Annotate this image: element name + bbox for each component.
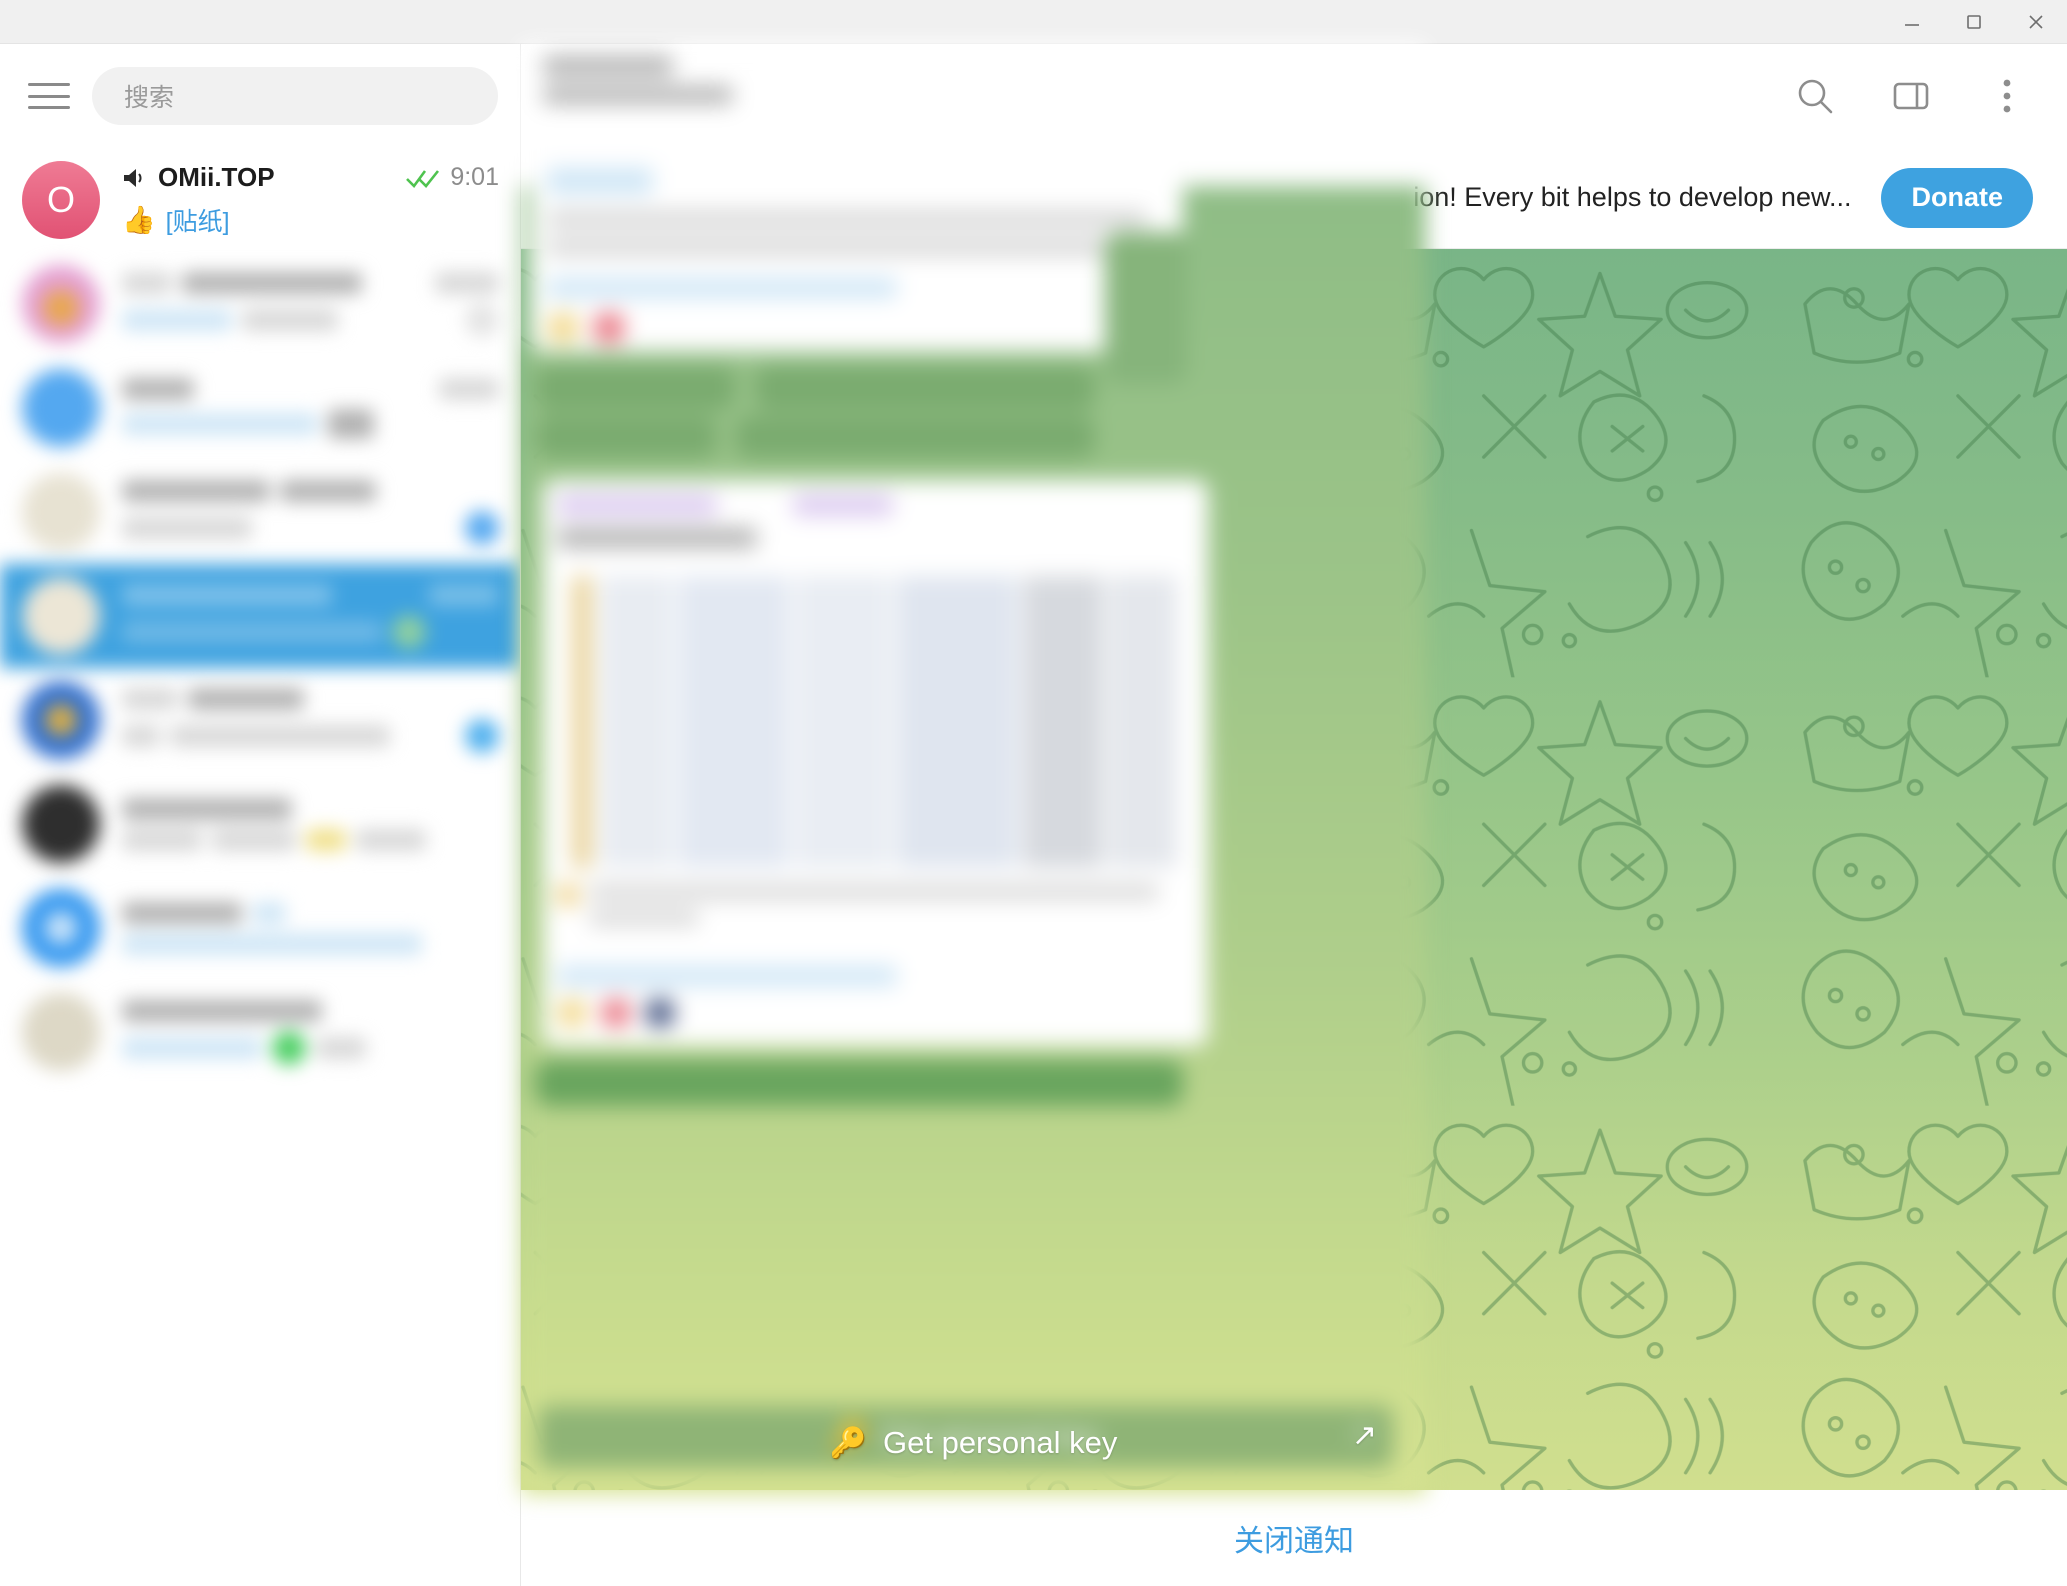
overlay-table-card — [543, 480, 1208, 1046]
avatar — [22, 993, 100, 1071]
avatar: O — [22, 161, 100, 239]
chat-list-item-selected[interactable] — [0, 564, 520, 668]
chat-item-title-row: OMii.TOP 9:01 — [122, 162, 499, 193]
overlay-green-bubble — [735, 416, 1095, 458]
avatar — [22, 473, 100, 551]
chat-item-title-row — [122, 271, 499, 294]
double-check-icon — [406, 169, 440, 188]
chat-list-item[interactable] — [0, 460, 520, 564]
chat-item-preview-row — [122, 510, 499, 545]
overlay-header-block — [543, 56, 733, 104]
overlay-bottom-bar — [535, 1060, 1183, 1106]
search-icon[interactable] — [1789, 70, 1841, 122]
avatar — [22, 681, 100, 759]
chat-list-item-omii-top[interactable]: O OMii.TOP 9:01 👍 [贴纸] — [0, 148, 520, 252]
arrow-up-right-icon: ↗ — [1351, 1419, 1377, 1452]
maximize-button[interactable] — [1943, 0, 2005, 44]
megaphone-icon — [124, 168, 142, 187]
chat-item-preview-row — [122, 932, 499, 955]
donate-banner-text: ion! Every bit helps to develop new... — [1413, 182, 1852, 212]
chat-item-title-row — [122, 999, 499, 1022]
chat-item-meta — [122, 479, 499, 545]
chat-list-item[interactable] — [0, 980, 520, 1084]
chat-item-preview-row — [122, 302, 499, 337]
chat-list-item[interactable] — [0, 356, 520, 460]
chat-item-preview-row — [122, 408, 499, 439]
overlay-content: 🔑 Get personal key ↗ — [521, 44, 1426, 1494]
chat-list-item[interactable] — [0, 668, 520, 772]
chat-item-meta — [122, 687, 499, 753]
get-personal-key-label: Get personal key — [883, 1425, 1118, 1460]
close-button[interactable] — [2005, 0, 2067, 44]
overlay-table — [573, 576, 1177, 868]
overlay-green-bubble — [535, 366, 735, 410]
chat-item-preview: [贴纸] — [165, 208, 230, 236]
avatar — [22, 577, 100, 655]
chat-item-preview-row — [122, 1030, 499, 1065]
more-vertical-icon[interactable] — [1981, 70, 2033, 122]
chat-list-item[interactable] — [0, 772, 520, 876]
chat-sidebar: 搜索 O OMii.TOP 9:01 👍 [贴纸] — [0, 44, 521, 1586]
chat-item-title-row — [122, 583, 499, 606]
chat-list: O OMii.TOP 9:01 👍 [贴纸] — [0, 148, 520, 1586]
sidebar-toggle-icon[interactable] — [1885, 70, 1937, 122]
chat-item-title-row — [122, 377, 499, 400]
chat-list-item[interactable] — [0, 876, 520, 980]
chat-item-title-row — [122, 687, 499, 710]
chat-item-meta: OMii.TOP 9:01 👍 [贴纸] — [122, 162, 499, 238]
chat-item-meta — [122, 377, 499, 439]
chat-item-title-row — [122, 901, 499, 924]
overlay-green-bubble — [755, 366, 1095, 410]
sidebar-header: 搜索 — [0, 44, 520, 148]
avatar — [22, 889, 100, 967]
chat-item-preview-row — [122, 718, 499, 753]
hamburger-menu-icon[interactable] — [28, 79, 70, 113]
chat-item-title-row — [122, 479, 499, 502]
blurred-overlay-panel: 🔑 Get personal key ↗ — [521, 44, 1426, 1494]
close-notification-link[interactable]: 关闭通知 — [1234, 1516, 1354, 1560]
chat-item-time: 9:01 — [450, 163, 499, 191]
notification-bar: 关闭通知 — [521, 1490, 2067, 1586]
get-personal-key-button[interactable]: 🔑 Get personal key ↗ — [546, 1412, 1401, 1474]
minimize-button[interactable] — [1881, 0, 1943, 44]
search-placeholder: 搜索 — [124, 84, 175, 112]
overlay-green-bubble — [535, 416, 717, 458]
chat-item-meta — [122, 271, 499, 337]
chat-item-meta — [122, 583, 499, 649]
avatar — [22, 785, 100, 863]
chat-item-status: 9:01 — [405, 163, 499, 192]
telegram-window: 搜索 O OMii.TOP 9:01 👍 [贴纸] ion! Every bit… — [0, 0, 2067, 1586]
overlay-message-bubble — [531, 154, 1183, 352]
chat-item-meta — [122, 999, 499, 1065]
chat-item-meta — [122, 901, 499, 955]
avatar — [22, 265, 100, 343]
avatar-letter: O — [46, 179, 75, 220]
donate-button[interactable]: Donate — [1881, 167, 2033, 228]
chat-item-preview-row — [122, 828, 499, 851]
avatar — [22, 369, 100, 447]
chat-item-name: OMii.TOP — [158, 162, 275, 192]
chat-item-title-row — [122, 797, 499, 820]
chat-list-item[interactable] — [0, 252, 520, 356]
chat-item-meta — [122, 797, 499, 851]
thumbs-up-emoji: 👍 — [122, 205, 156, 235]
window-title-bar — [0, 0, 2067, 44]
chat-item-preview-row — [122, 614, 499, 649]
key-icon: 🔑 — [829, 1426, 867, 1460]
chat-item-preview-row: 👍 [贴纸] — [122, 202, 499, 238]
overlay-side-card — [1105, 232, 1187, 384]
search-input[interactable]: 搜索 — [92, 67, 498, 125]
